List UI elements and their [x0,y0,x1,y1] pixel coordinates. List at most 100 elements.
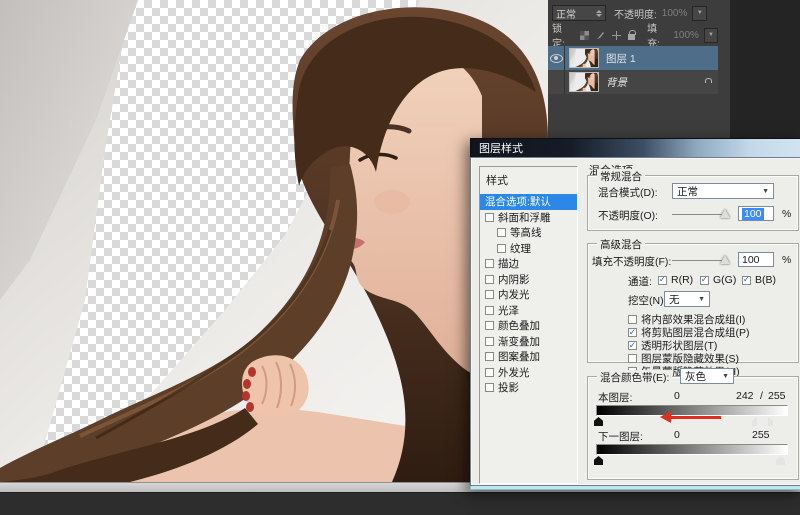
visibility-toggle[interactable] [548,46,565,70]
checkbox[interactable] [497,244,506,253]
blend-if-channel-select[interactable]: 灰色 ▼ [680,368,734,384]
layer1-thumbnail[interactable] [569,48,599,68]
layers-panel: 正常 不透明度: 100% ▼ 锁定: 填充: 100% ▼ 图层 1 [548,0,730,138]
dialog-bottom-edge [470,486,800,490]
this-layer-black-value: 0 [674,390,680,402]
layer-row-background[interactable]: 背景 [548,70,718,94]
layer-blend-mode-value: 正常 [556,6,576,21]
chevron-down-icon: ▼ [698,296,705,303]
blend-mode-label: 混合模式(D): [598,185,658,200]
channel-r[interactable]: R(R) [658,274,693,286]
lock-transparency-icon[interactable] [580,31,589,40]
fill-opacity-slider[interactable] [672,253,728,267]
fill-value: 100% [673,30,699,41]
style-item-outer-glow[interactable]: 外发光 [480,365,577,381]
chevron-updown-icon [596,10,602,17]
blend-if-group: 混合颜色带(E): 灰色 ▼ 本图层: 0 242 / 255 下一图层: 0 [587,376,799,480]
channels-label: 通道: [628,274,652,289]
style-item-inner-shadow[interactable]: 内阴影 [480,272,577,288]
checkbox[interactable] [485,306,494,315]
style-item-satin[interactable]: 光泽 [480,303,577,319]
underlying-black-value: 0 [674,429,680,441]
opacity-value: 100% [662,8,688,19]
slider-thumb[interactable] [720,255,730,264]
style-item-pattern-overlay[interactable]: 图案叠加 [480,349,577,365]
styles-list: 样式 混合选项:默认 斜面和浮雕 等高线 纹理 描边 内阴影 [479,166,578,484]
layer-blend-mode-select[interactable]: 正常 [552,5,606,21]
this-layer-label: 本图层: [598,390,632,405]
checkbox[interactable] [485,337,494,346]
underlying-white-slider[interactable] [776,456,785,465]
checkbox[interactable] [485,383,494,392]
checkbox[interactable] [628,328,637,337]
opacity-label: 不透明度(O): [598,208,658,223]
knockout-select[interactable]: 无 ▼ [664,291,710,307]
advanced-blending-group: 高级混合 填充不透明度(F): 100 % 通道: R(R) G(G) [587,243,799,363]
background-thumbnail[interactable] [569,72,599,92]
style-item-contour[interactable]: 等高线 [480,225,577,241]
checkbox[interactable] [700,276,709,285]
checkbox[interactable] [485,352,494,361]
style-item-stroke[interactable]: 描边 [480,256,577,272]
fill-dropdown-button[interactable]: ▼ [704,28,718,43]
blend-if-label: 混合颜色带(E): [597,370,672,385]
separator: / [760,390,763,402]
group-label: 常规混合 [597,169,645,184]
layer-name[interactable]: 图层 1 [606,51,636,66]
underlying-white-value: 255 [752,429,770,441]
checkbox[interactable] [658,276,667,285]
layer-style-dialog: 图层样式 样式 混合选项:默认 斜面和浮雕 等高线 纹理 描边 [470,138,800,490]
checkbox[interactable] [628,315,637,324]
style-item-inner-glow[interactable]: 内发光 [480,287,577,303]
fill-opacity-input[interactable]: 100 [738,252,774,267]
checkbox[interactable] [485,290,494,299]
this-layer-black-slider[interactable] [594,417,603,426]
this-layer-white-slider-left[interactable] [752,417,757,426]
document-canvas[interactable] [0,0,548,482]
percent-sign: % [782,208,791,220]
blend-mode-select[interactable]: 正常 ▼ [672,183,774,199]
checkbox[interactable] [628,354,637,363]
checkbox[interactable] [485,259,494,268]
opacity-dropdown-button[interactable]: ▼ [692,6,707,21]
style-item-drop-shadow[interactable]: 投影 [480,380,577,396]
this-layer-white-slider-right[interactable] [768,417,773,426]
style-item-bevel-emboss[interactable]: 斜面和浮雕 [480,210,577,226]
opacity-input[interactable]: 100 [738,206,774,221]
this-layer-max-value: 255 [768,390,786,402]
this-layer-white-value: 242 [736,390,754,402]
red-arrow-annotation [660,411,721,423]
checkbox[interactable] [485,275,494,284]
general-blending-group: 常规混合 混合模式(D): 正常 ▼ 不透明度(O): 100 % [587,175,799,231]
checkbox[interactable] [485,321,494,330]
underlying-layer-label: 下一图层: [598,429,643,444]
group-label: 高级混合 [597,237,645,252]
checkbox[interactable] [485,213,494,222]
percent-sign: % [782,254,791,266]
chevron-down-icon: ▼ [722,373,729,380]
lock-all-icon[interactable] [628,30,635,40]
layer-row-layer1[interactable]: 图层 1 [548,46,718,70]
style-item-texture[interactable]: 纹理 [480,241,577,257]
checkbox[interactable] [497,228,506,237]
lock-pixels-brush-icon[interactable] [596,31,605,40]
underlying-gradient-bar[interactable] [596,444,788,455]
opacity-label: 不透明度: [614,6,657,21]
channel-g[interactable]: G(G) [700,274,736,286]
opacity-slider[interactable] [672,207,728,221]
checkbox[interactable] [628,341,637,350]
checkbox[interactable] [485,368,494,377]
visibility-toggle-empty[interactable] [548,70,565,94]
eye-icon [550,54,563,63]
style-item-blending-options[interactable]: 混合选项:默认 [480,194,577,210]
style-item-gradient-overlay[interactable]: 渐变叠加 [480,334,577,350]
dialog-titlebar[interactable]: 图层样式 [470,138,800,157]
checkbox[interactable] [742,276,751,285]
lock-position-move-icon[interactable] [612,31,621,40]
slider-thumb[interactable] [720,209,730,218]
channel-b[interactable]: B(B) [742,274,776,286]
layer-name[interactable]: 背景 [606,75,627,90]
style-item-color-overlay[interactable]: 颜色叠加 [480,318,577,334]
dialog-title: 图层样式 [479,140,523,156]
underlying-black-slider[interactable] [594,456,603,465]
